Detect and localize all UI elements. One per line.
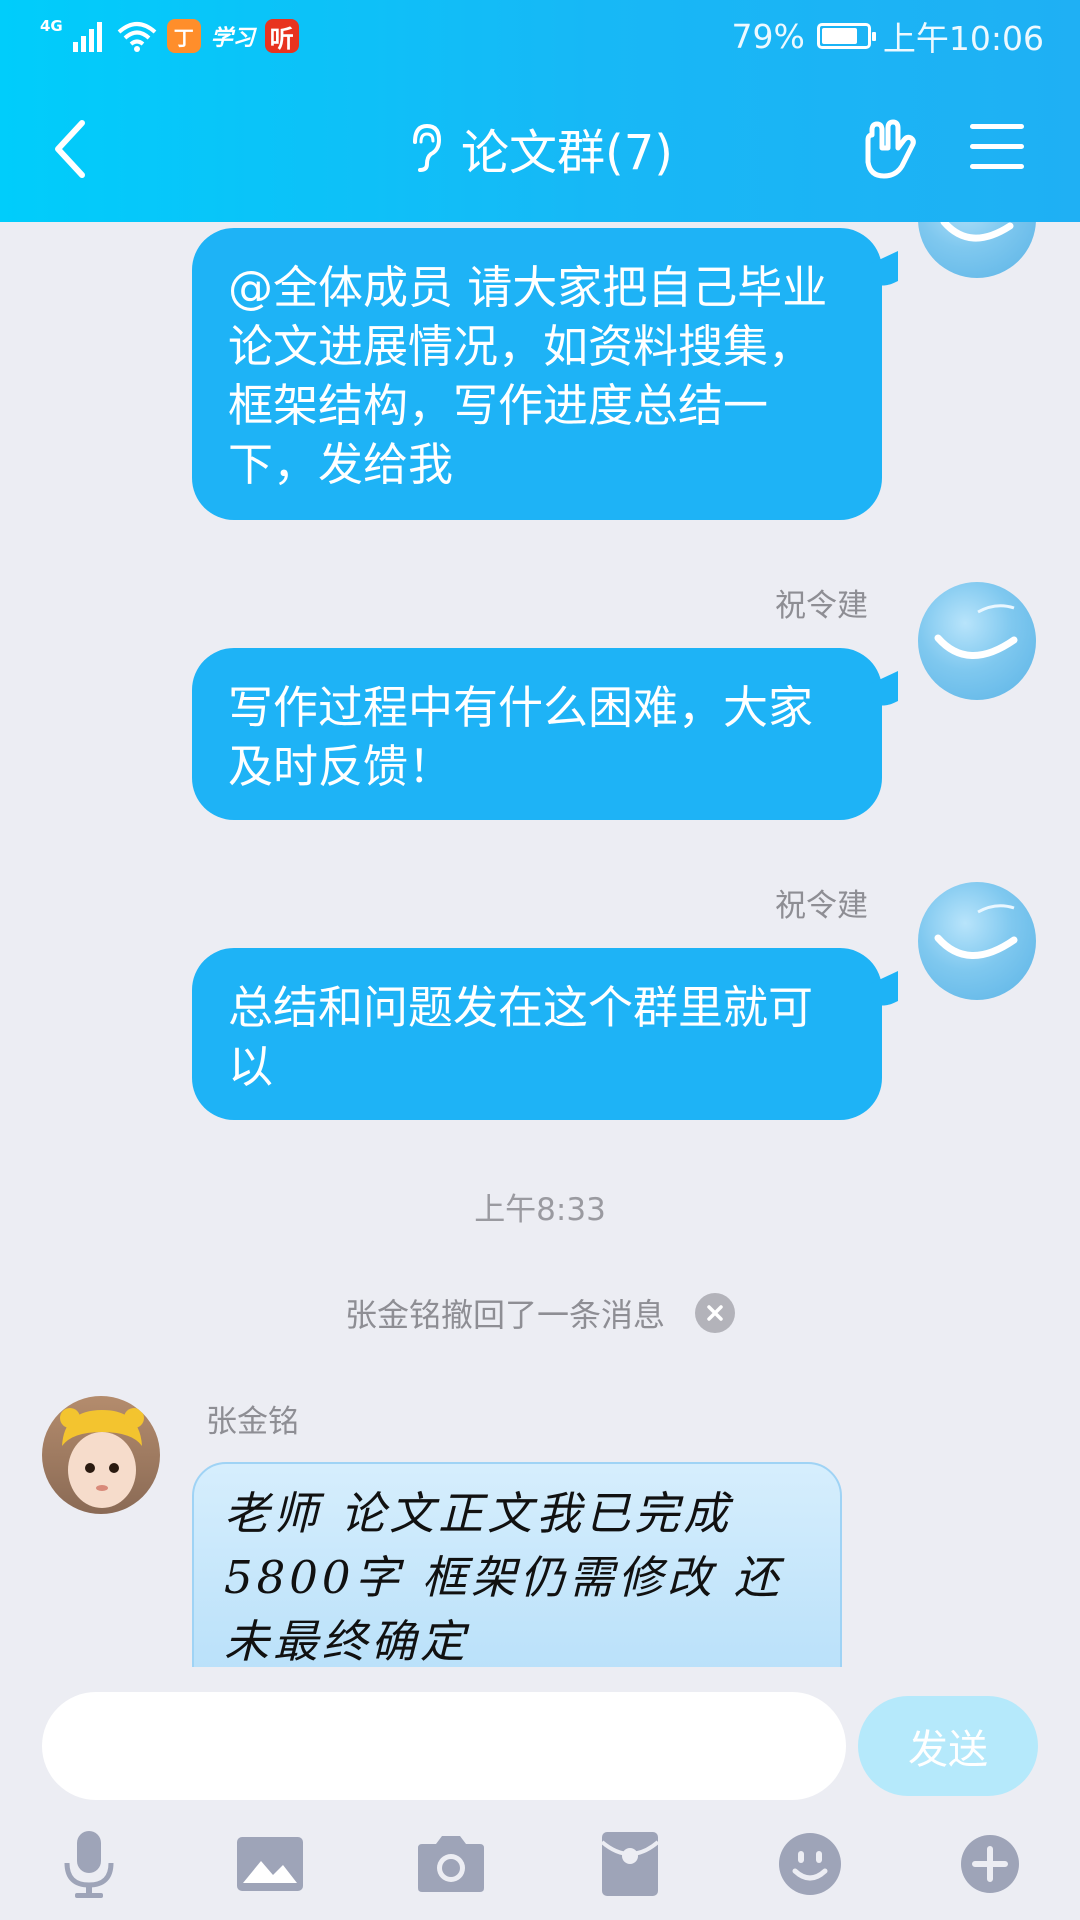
message-text-line: 未最终确定 <box>224 1615 470 1667</box>
nav-bar: 论文群(7) <box>0 104 1080 192</box>
battery-icon <box>816 23 876 49</box>
crescent-icon <box>934 904 1018 959</box>
crescent-icon <box>940 222 1014 242</box>
red-packet-icon <box>600 1832 660 1896</box>
close-icon <box>707 1305 723 1321</box>
ear-icon <box>413 123 442 172</box>
status-left: 4G 丁 学习 听 <box>40 14 299 58</box>
emoji-icon <box>779 1833 841 1895</box>
message-bubble[interactable]: 老师 论文正文我已完成 5800字 框架仍需修改 还 未最终确定 <box>192 1462 842 1667</box>
image-icon <box>237 1837 303 1891</box>
camera-icon <box>418 1836 484 1892</box>
menu-icon-bar <box>970 164 1024 169</box>
signal-icon <box>72 22 102 52</box>
message-bubble[interactable]: 写作过程中有什么困难，大家及时反馈！ <box>192 648 882 820</box>
sender-name: 张金铭 <box>206 1404 299 1440</box>
status-right: 79% 上午10:06 <box>731 14 1044 59</box>
child-avatar-icon <box>60 1408 144 1508</box>
message-text: 总结和问题发在这个群里就可以 <box>228 981 814 1093</box>
message-bubble[interactable]: @全体成员 请大家把自己毕业论文进展情况，如资料搜集，框架结构，写作进度总结一下… <box>192 228 882 520</box>
hand-gesture-icon <box>865 119 916 179</box>
message-text-line: 5800字 框架仍需修改 还 <box>224 1551 784 1604</box>
page-title: 论文群(7) <box>461 125 673 181</box>
image-button[interactable] <box>233 1827 307 1901</box>
recall-text: 张金铭撤回了一条消息 <box>344 1296 665 1334</box>
chat-area[interactable]: @全体成员 请大家把自己毕业论文进展情况，如资料搜集，框架结构，写作进度总结一下… <box>0 222 1080 1667</box>
crescent-icon <box>934 604 1018 659</box>
send-button[interactable]: 发送 <box>858 1696 1038 1796</box>
emoji-button[interactable] <box>773 1827 847 1901</box>
message-text: 写作过程中有什么困难，大家及时反馈！ <box>228 681 814 793</box>
toolbar <box>0 1817 1080 1917</box>
status-bar: 4G 丁 学习 听 79% 上午10:06 <box>0 0 1080 74</box>
xuexi-app-icon: 学习 <box>210 25 255 51</box>
red-packet-button[interactable] <box>593 1827 667 1901</box>
wifi-icon <box>117 22 157 52</box>
battery-percent: 79% <box>731 16 805 56</box>
header: 4G 丁 学习 听 79% 上午10:06 论文群(7) <box>0 0 1080 222</box>
microphone-icon <box>64 1831 114 1898</box>
ting-app-icon: 听 <box>264 19 299 53</box>
recall-notice: 张金铭撤回了一条消息 <box>0 1290 1080 1336</box>
message-text: @全体成员 请大家把自己毕业论文进展情况，如资料搜集，框架结构，写作进度总结一下… <box>228 261 828 491</box>
avatar[interactable] <box>42 1396 160 1514</box>
message-input[interactable] <box>42 1692 846 1800</box>
hand-gesture-button[interactable] <box>858 118 922 182</box>
timestamp: 上午8:33 <box>474 1192 606 1228</box>
avatar[interactable] <box>918 882 1036 1000</box>
app-notification-icon: 丁 <box>166 19 201 53</box>
menu-button[interactable] <box>970 124 1024 174</box>
camera-button[interactable] <box>414 1827 488 1901</box>
sender-name: 祝令建 <box>775 588 868 624</box>
sender-name: 祝令建 <box>775 888 868 924</box>
battery-level <box>821 28 857 44</box>
more-button[interactable] <box>953 1827 1027 1901</box>
menu-icon-bar <box>970 144 1024 149</box>
message-text-line: 老师 论文正文我已完成 <box>224 1487 733 1540</box>
input-bar: 发送 <box>0 1667 1080 1920</box>
plus-icon <box>961 1835 1019 1893</box>
message-bubble[interactable]: 总结和问题发在这个群里就可以 <box>192 948 882 1120</box>
avatar[interactable] <box>918 222 1036 278</box>
clock: 上午10:06 <box>882 19 1044 58</box>
avatar[interactable] <box>918 582 1036 700</box>
close-button[interactable] <box>695 1293 735 1333</box>
menu-icon <box>970 124 1024 129</box>
voice-button[interactable] <box>52 1827 126 1901</box>
network-type: 4G <box>40 17 63 35</box>
